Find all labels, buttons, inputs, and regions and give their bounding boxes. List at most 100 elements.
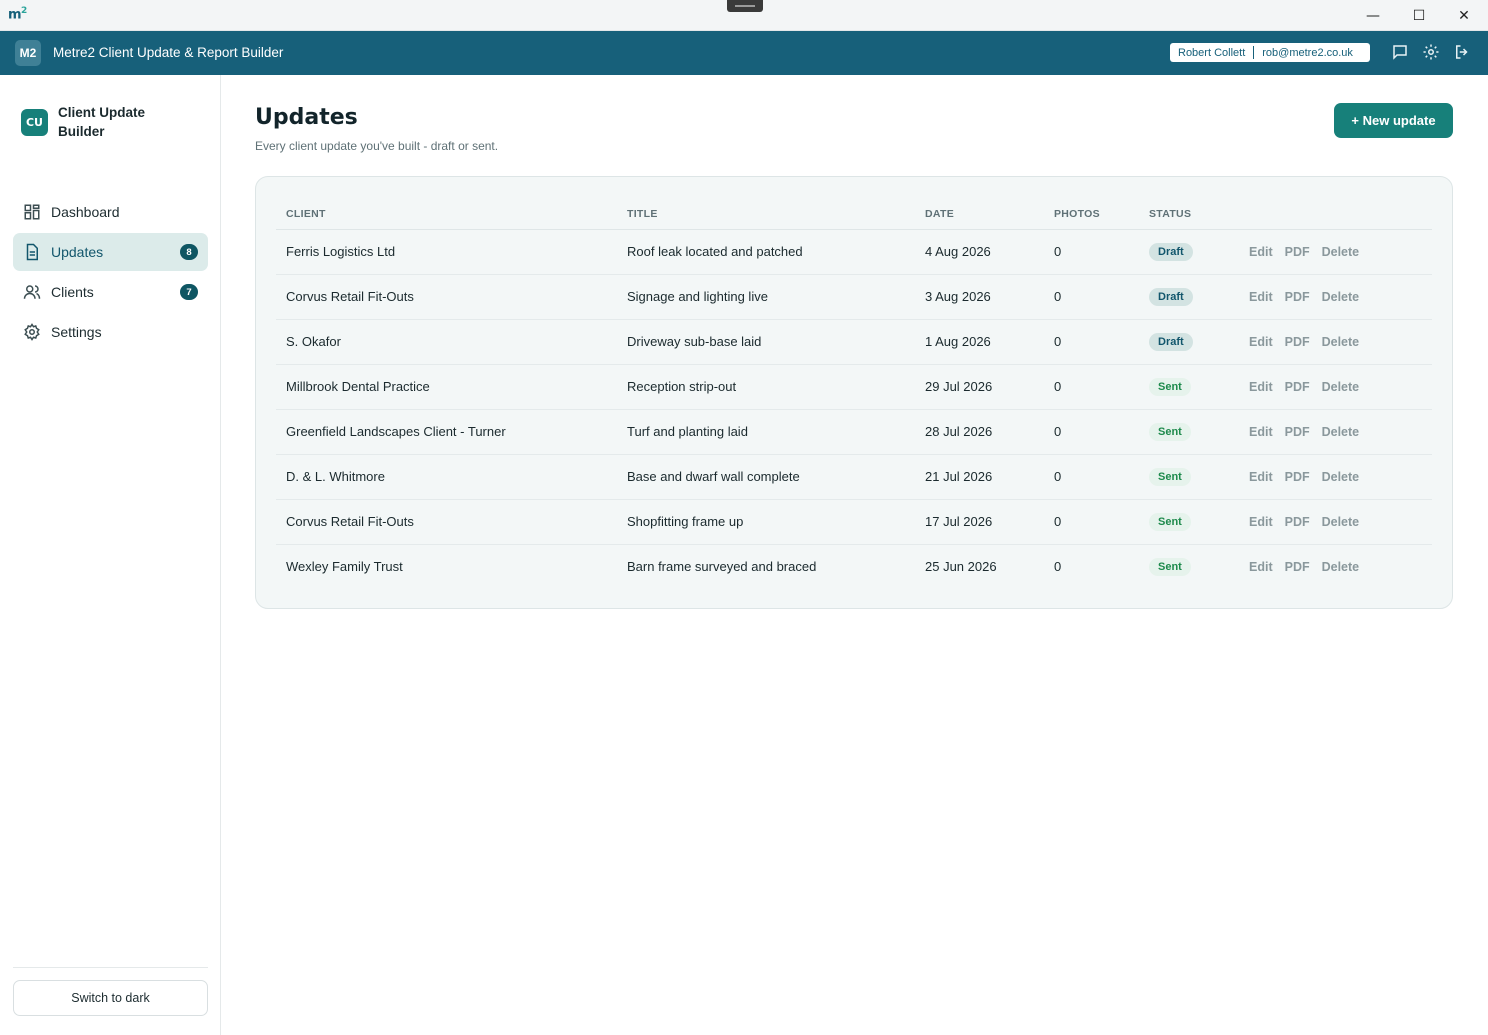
delete-link[interactable]: Delete <box>1322 335 1360 349</box>
user-name: Robert Collett <box>1178 46 1246 59</box>
cell-status: Sent <box>1139 364 1239 410</box>
delete-link[interactable]: Delete <box>1322 515 1360 529</box>
cell-client: Corvus Retail Fit-Outs <box>276 274 617 320</box>
pdf-link[interactable]: PDF <box>1285 515 1310 529</box>
status-badge: Sent <box>1149 377 1191 396</box>
sidebar-item-dashboard[interactable]: Dashboard <box>13 193 208 231</box>
table-row[interactable]: Greenfield Landscapes Client - Turner Tur… <box>276 409 1432 455</box>
sidebar-nav: Dashboard Updates 8 Clients 7 Settings <box>13 193 208 353</box>
pdf-link[interactable]: PDF <box>1285 245 1310 259</box>
cell-actions: Edit PDF Delete <box>1239 319 1432 365</box>
pdf-link[interactable]: PDF <box>1285 290 1310 304</box>
new-update-button[interactable]: + New update <box>1334 103 1453 138</box>
cell-client: Wexley Family Trust <box>286 559 403 575</box>
sidebar-item-settings[interactable]: Settings <box>13 313 208 351</box>
sidebar-item-label: Clients <box>51 284 94 300</box>
pdf-link[interactable]: PDF <box>1285 425 1310 439</box>
minimize-button[interactable]: — <box>1350 0 1396 31</box>
cell-photos: 0 <box>1044 274 1139 320</box>
delete-link[interactable]: Delete <box>1322 560 1360 574</box>
grid-icon <box>23 203 41 221</box>
cell-title: Barn frame surveyed and braced <box>627 559 817 575</box>
cell-title: Turf and planting laid <box>617 409 915 455</box>
brand-badge: CU <box>21 108 48 136</box>
sidebar-item-updates[interactable]: Updates 8 <box>13 233 208 271</box>
table-row[interactable]: Millbrook Dental Practice Reception strip… <box>276 364 1432 410</box>
pdf-link[interactable]: PDF <box>1285 380 1310 394</box>
edit-link[interactable]: Edit <box>1249 515 1273 529</box>
cell-client: D. & L. Whitmore <box>276 454 617 500</box>
edit-link[interactable]: Edit <box>1249 290 1273 304</box>
pdf-link[interactable]: PDF <box>1285 560 1310 574</box>
feedback-icon[interactable] <box>1391 43 1411 63</box>
settings-gear-icon[interactable] <box>1422 43 1442 63</box>
cell-status: Draft <box>1139 319 1239 365</box>
edit-link[interactable]: Edit <box>1249 425 1273 439</box>
status-badge: Sent <box>1149 557 1191 576</box>
updates-count-badge: 8 <box>180 244 198 260</box>
cell-status: Sent <box>1139 454 1239 500</box>
delete-link[interactable]: Delete <box>1322 245 1360 259</box>
cell-date: 25 Jun 2026 <box>925 559 997 575</box>
close-window-button[interactable]: ✕ <box>1441 0 1487 31</box>
drag-handle[interactable] <box>727 0 763 12</box>
sidebar-item-label: Settings <box>51 324 102 340</box>
status-badge: Sent <box>1149 422 1191 441</box>
column-header-photos[interactable]: PHOTOS <box>1044 199 1139 230</box>
switch-theme-button[interactable]: Switch to dark <box>13 980 208 1016</box>
table-row[interactable]: S. Okafor Driveway sub-base laid 1 Aug 202… <box>276 319 1432 365</box>
main-content: Updates Every client update you've built… <box>221 75 1488 1035</box>
table-row[interactable]: D. & L. Whitmore Base and dwarf wall comp… <box>276 454 1432 500</box>
cell-date: 17 Jul 2026 <box>915 499 1044 545</box>
delete-link[interactable]: Delete <box>1322 425 1360 439</box>
cell-title: Base and dwarf wall complete <box>617 454 915 500</box>
document-icon <box>23 243 41 261</box>
cell-title: Reception strip-out <box>617 364 915 410</box>
cell-status: Draft <box>1139 274 1239 320</box>
edit-link[interactable]: Edit <box>1249 335 1273 349</box>
delete-link[interactable]: Delete <box>1322 470 1360 484</box>
cell-date: 1 Aug 2026 <box>915 319 1044 365</box>
app-badge: M2 <box>15 40 41 66</box>
edit-link[interactable]: Edit <box>1249 470 1273 484</box>
cell-title: Signage and lighting live <box>617 274 915 320</box>
table-row[interactable]: Corvus Retail Fit-Outs Signage and lighti… <box>276 274 1432 320</box>
table-row[interactable]: Ferris Logistics Ltd Roof leak located an… <box>276 229 1432 275</box>
logout-icon[interactable] <box>1453 43 1473 63</box>
table-row[interactable]: Wexley Family Trust Barn frame surveyed a… <box>276 544 1432 589</box>
cell-client: Greenfield Landscapes Client - Turner <box>276 409 617 455</box>
gear-icon <box>23 323 41 341</box>
cell-status: Draft <box>1139 229 1239 275</box>
column-header-title[interactable]: TITLE <box>617 199 915 230</box>
cell-actions: Edit PDF Delete <box>1239 499 1432 545</box>
column-header-client[interactable]: CLIENT <box>276 199 617 230</box>
delete-link[interactable]: Delete <box>1322 380 1360 394</box>
edit-link[interactable]: Edit <box>1249 380 1273 394</box>
column-header-status[interactable]: STATUS <box>1139 199 1239 230</box>
edit-link[interactable]: Edit <box>1249 560 1273 574</box>
edit-link[interactable]: Edit <box>1249 245 1273 259</box>
brand-name: Client Update Builder <box>58 105 146 139</box>
updates-table: CLIENT TITLE DATE PHOTOS STATUS Ferris L… <box>276 199 1432 589</box>
cell-title: Shopfitting frame up <box>617 499 915 545</box>
status-badge: Draft <box>1149 332 1193 351</box>
updates-card: CLIENT TITLE DATE PHOTOS STATUS Ferris L… <box>255 176 1453 609</box>
maximize-button[interactable]: ☐ <box>1396 0 1442 31</box>
app-logo: m2 <box>8 6 27 23</box>
cell-date: 4 Aug 2026 <box>915 229 1044 275</box>
cell-photos: 0 <box>1044 454 1139 500</box>
pdf-link[interactable]: PDF <box>1285 335 1310 349</box>
sidebar-item-clients[interactable]: Clients 7 <box>13 273 208 311</box>
cell-photos: 0 <box>1044 409 1139 455</box>
cell-photos: 0 <box>1044 364 1139 410</box>
user-chip[interactable]: Robert Collett rob@metre2.co.uk <box>1170 43 1370 62</box>
cell-status: Sent <box>1139 409 1239 455</box>
clients-count-badge: 7 <box>180 284 198 300</box>
table-row[interactable]: Corvus Retail Fit-Outs Shopfitting frame … <box>276 499 1432 545</box>
pdf-link[interactable]: PDF <box>1285 470 1310 484</box>
column-header-date[interactable]: DATE <box>915 199 1044 230</box>
status-badge: Draft <box>1149 287 1193 306</box>
delete-link[interactable]: Delete <box>1322 290 1360 304</box>
cell-actions: Edit PDF Delete <box>1239 544 1432 589</box>
table-body: Ferris Logistics Ltd Roof leak located an… <box>276 229 1432 589</box>
